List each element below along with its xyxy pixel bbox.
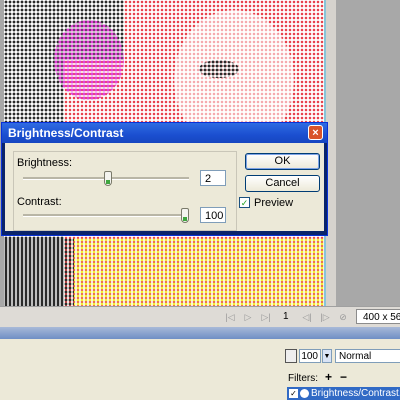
brightness-value-field[interactable]: 2 <box>200 170 226 186</box>
chevron-down-icon[interactable]: ▼ <box>322 349 332 363</box>
eye-icon[interactable] <box>300 389 309 398</box>
filters-label: Filters: <box>288 373 318 384</box>
cancel-button[interactable]: Cancel <box>245 175 320 192</box>
ok-button[interactable]: OK <box>245 153 320 170</box>
first-frame-button[interactable]: |◁ <box>224 311 236 323</box>
contrast-slider-thumb[interactable] <box>181 208 189 223</box>
contrast-value-field[interactable]: 100 <box>200 207 226 223</box>
opacity-field[interactable]: 100 <box>299 349 321 363</box>
contrast-label: Contrast: <box>17 196 62 208</box>
brightness-label: Brightness: <box>17 157 73 169</box>
preview-checkbox[interactable]: ✓ <box>239 197 250 208</box>
play-button[interactable]: ▷ <box>242 311 254 323</box>
next-frame-button[interactable]: |▷ <box>319 311 331 323</box>
panel-header-bar <box>0 327 400 339</box>
eye-shadow <box>199 60 239 78</box>
dialog-title: Brightness/Contrast <box>8 126 124 140</box>
previous-frame-button[interactable]: ◁| <box>301 311 313 323</box>
dialog-titlebar[interactable]: Brightness/Contrast × <box>2 123 327 143</box>
brightness-slider-thumb[interactable] <box>103 171 112 186</box>
status-bar: |◁ ▷ ▷| 1 ◁| |▷ ⊘ 400 x 560 <box>0 306 400 327</box>
filter-item-label: Brightness/Contrast... <box>311 388 400 399</box>
frame-number: 1 <box>283 311 289 322</box>
add-filter-button[interactable]: + <box>325 370 332 384</box>
document-size[interactable]: 400 x 560 <box>356 309 400 324</box>
contrast-slider-track[interactable] <box>23 214 189 217</box>
last-frame-button[interactable]: ▷| <box>260 311 272 323</box>
check-icon[interactable]: ✓ <box>289 389 298 398</box>
selection-icon[interactable] <box>285 349 297 363</box>
hair-lower <box>4 238 74 306</box>
preview-label: Preview <box>254 197 294 209</box>
hair-highlight <box>54 20 124 100</box>
close-icon[interactable]: × <box>308 125 323 140</box>
remove-filter-button[interactable]: − <box>340 370 347 384</box>
dialog-body: Brightness: 2 Contrast: 100 OK Cancel <box>5 143 324 231</box>
filter-list-item[interactable]: ✓ Brightness/Contrast... <box>287 387 400 400</box>
blend-mode-select[interactable]: Normal <box>335 349 400 363</box>
brightness-contrast-dialog: Brightness/Contrast × Brightness: 2 Cont… <box>1 122 328 236</box>
stop-button[interactable]: ⊘ <box>337 311 349 323</box>
shoulder-highlight <box>64 238 324 306</box>
